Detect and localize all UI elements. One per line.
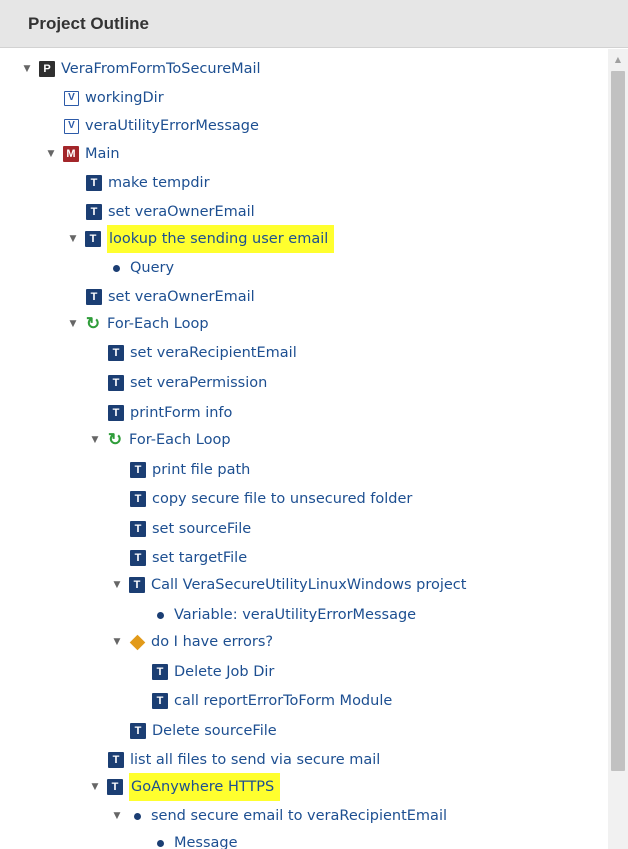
- task-icon: T: [108, 405, 124, 421]
- tree-node-label: For-Each Loop: [129, 432, 231, 448]
- task-icon: T: [108, 375, 124, 391]
- task-icon: T: [107, 779, 123, 795]
- scroll-up-arrow-icon[interactable]: ▲: [608, 49, 628, 69]
- tree-node-message[interactable]: Message: [152, 829, 238, 849]
- tree-node-for-each-loop-outer[interactable]: ▼ ↻ For-Each Loop: [66, 310, 209, 338]
- task-icon: T: [152, 664, 168, 680]
- tree-node-task-print-path[interactable]: T print file path: [130, 456, 250, 484]
- tree-node-variable-param[interactable]: Variable: veraUtilityErrorMessage: [152, 601, 416, 629]
- tree-node-task-set-owner-email-2[interactable]: T set veraOwnerEmail: [86, 283, 255, 311]
- collapse-caret-icon[interactable]: ▼: [88, 426, 102, 454]
- task-icon: T: [108, 345, 124, 361]
- collapse-caret-icon[interactable]: ▼: [66, 225, 80, 253]
- tree-node-label: lookup the sending user email: [107, 225, 335, 253]
- tree-node-label: Query: [130, 260, 175, 276]
- tree-node-label: Delete Job Dir: [174, 664, 275, 680]
- tree-node-task-set-owner-email[interactable]: T set veraOwnerEmail: [86, 198, 255, 226]
- task-icon: T: [85, 231, 101, 247]
- collapse-caret-icon[interactable]: ▼: [110, 628, 124, 656]
- tree-node-task-printform[interactable]: T printForm info: [108, 399, 232, 427]
- task-icon: T: [130, 550, 146, 566]
- tree-node-label: Main: [85, 146, 120, 162]
- tree-node-variable-workingdir[interactable]: V workingDir: [64, 84, 164, 112]
- collapse-caret-icon[interactable]: ▼: [110, 802, 124, 830]
- task-icon: T: [86, 289, 102, 305]
- tree-node-label: set targetFile: [152, 550, 248, 566]
- task-icon: T: [130, 723, 146, 739]
- tree-node-label: do I have errors?: [151, 634, 274, 650]
- project-icon: P: [39, 61, 55, 77]
- tree-node-task-list-files[interactable]: T list all files to send via secure mail: [108, 746, 380, 774]
- tree-node-for-each-loop-inner[interactable]: ▼ ↻ For-Each Loop: [88, 426, 231, 454]
- tree-node-label: set veraOwnerEmail: [108, 289, 255, 305]
- collapse-caret-icon[interactable]: ▼: [20, 55, 34, 83]
- tree-node-task-set-target[interactable]: T set targetFile: [130, 544, 247, 572]
- tree-node-label: GoAnywhere HTTPS: [129, 773, 281, 801]
- bullet-icon: [152, 607, 168, 623]
- tree-node-task-make-tempdir[interactable]: T make tempdir: [86, 169, 210, 197]
- tree-node-label: veraUtilityErrorMessage: [85, 118, 259, 134]
- tree-node-task-delete-job-dir[interactable]: T Delete Job Dir: [152, 658, 274, 686]
- tree-node-task-set-permission[interactable]: T set veraPermission: [108, 369, 267, 397]
- tree-node-task-call-project[interactable]: ▼ T Call VeraSecureUtilityLinuxWindows p…: [110, 571, 466, 599]
- tree-node-label: Message: [174, 835, 238, 849]
- tree-node-label: Variable: veraUtilityErrorMessage: [174, 607, 417, 623]
- project-outline-tree: ▼ P VeraFromFormToSecureMail V workingDi…: [0, 49, 608, 849]
- tree-node-label: make tempdir: [108, 175, 210, 191]
- tree-node-variable-error-message[interactable]: V veraUtilityErrorMessage: [64, 112, 259, 140]
- task-icon: T: [152, 693, 168, 709]
- scrollbar-thumb[interactable]: [611, 71, 625, 771]
- tree-node-label: printForm info: [130, 405, 233, 421]
- panel-title: Project Outline: [28, 14, 149, 33]
- tree-node-label: print file path: [152, 462, 251, 478]
- tree-node-task-set-recipient[interactable]: T set veraRecipientEmail: [108, 339, 297, 367]
- tree-node-label: set veraRecipientEmail: [130, 345, 297, 361]
- tree-node-condition-errors[interactable]: ▼ do I have errors?: [110, 628, 274, 656]
- bullet-icon: [152, 835, 168, 849]
- tree-node-label: send secure email to veraRecipientEmail: [151, 808, 448, 824]
- collapse-caret-icon[interactable]: ▼: [88, 773, 102, 801]
- tree-node-task-lookup-email[interactable]: ▼ T lookup the sending user email: [66, 225, 335, 253]
- tree-node-send-secure-email[interactable]: ▼ send secure email to veraRecipientEmai…: [110, 802, 447, 830]
- task-icon: T: [130, 491, 146, 507]
- tree-node-task-call-report[interactable]: T call reportErrorToForm Module: [152, 687, 392, 715]
- task-icon: T: [130, 462, 146, 478]
- tree-node-label: set veraPermission: [130, 375, 268, 391]
- loop-icon: ↻: [85, 314, 101, 333]
- tree-node-label: Call VeraSecureUtilityLinuxWindows proje…: [151, 577, 467, 593]
- tree-node-label: call reportErrorToForm Module: [174, 693, 393, 709]
- collapse-caret-icon[interactable]: ▼: [66, 310, 80, 338]
- vertical-scrollbar[interactable]: ▲: [608, 49, 628, 849]
- bullet-icon: [108, 260, 124, 276]
- tree-node-label: list all files to send via secure mail: [130, 752, 381, 768]
- task-icon: T: [108, 752, 124, 768]
- tree-node-task-copy-secure[interactable]: T copy secure file to unsecured folder: [130, 485, 412, 513]
- tree-node-label: For-Each Loop: [107, 316, 209, 332]
- tree-node-label: workingDir: [85, 90, 164, 106]
- tree-node-task-set-source[interactable]: T set sourceFile: [130, 515, 251, 543]
- tree-node-module-main[interactable]: ▼ M Main: [44, 140, 120, 168]
- tree-node-project[interactable]: ▼ P VeraFromFormToSecureMail: [20, 55, 261, 83]
- tree-node-label: set sourceFile: [152, 521, 252, 537]
- tree-node-task-goanywhere-https[interactable]: ▼ T GoAnywhere HTTPS: [88, 773, 281, 801]
- task-icon: T: [86, 204, 102, 220]
- module-icon: M: [63, 146, 79, 162]
- collapse-caret-icon[interactable]: ▼: [44, 140, 58, 168]
- tree-node-query[interactable]: Query: [108, 254, 174, 282]
- tree-node-label: Delete sourceFile: [152, 723, 277, 739]
- tree-node-label: copy secure file to unsecured folder: [152, 491, 413, 507]
- tree-node-label: VeraFromFormToSecureMail: [61, 61, 261, 77]
- loop-icon: ↻: [107, 430, 123, 449]
- bullet-icon: [129, 808, 145, 824]
- collapse-caret-icon[interactable]: ▼: [110, 571, 124, 599]
- variable-icon: V: [64, 118, 79, 134]
- task-icon: T: [129, 577, 145, 593]
- variable-icon: V: [64, 90, 79, 106]
- task-icon: T: [130, 521, 146, 537]
- tree-node-task-delete-source[interactable]: T Delete sourceFile: [130, 717, 277, 745]
- panel-header: Project Outline: [0, 0, 628, 48]
- tree-node-label: set veraOwnerEmail: [108, 204, 255, 220]
- task-icon: T: [86, 175, 102, 191]
- condition-diamond-icon: [129, 634, 145, 650]
